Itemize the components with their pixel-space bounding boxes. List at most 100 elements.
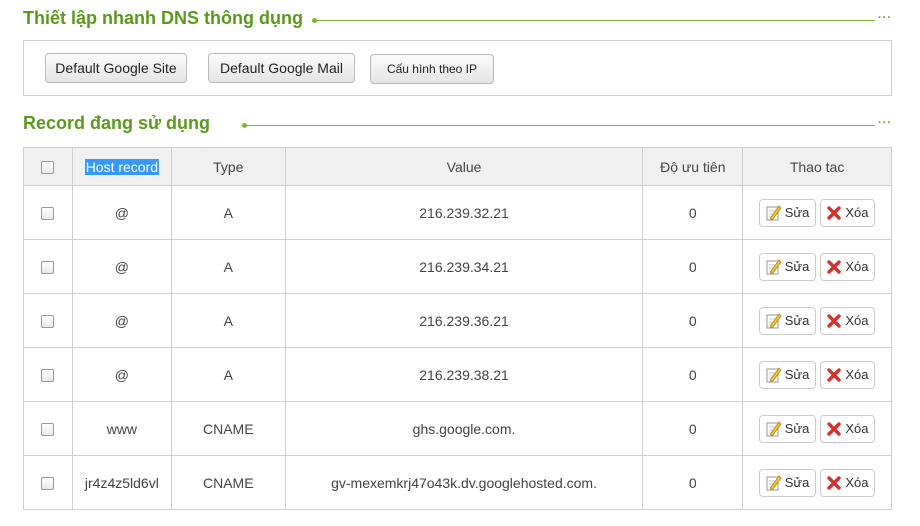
select-all-checkbox[interactable] [41, 161, 55, 175]
type-cell: A [170, 185, 286, 240]
delete-button-label: Xóa [845, 421, 869, 436]
red-x-icon [827, 475, 842, 490]
host-record-header-text: Host record [84, 158, 160, 175]
title-divider [312, 18, 875, 23]
edit-button-label: Sửa [784, 421, 810, 436]
edit-button[interactable]: Sửa [758, 468, 817, 497]
table-header-row: Host record Type Value Độ ưu tiên Thao t… [23, 147, 892, 186]
row-checkbox[interactable] [41, 315, 55, 329]
delete-button[interactable]: Xóa [820, 198, 876, 227]
edit-button[interactable]: Sửa [758, 414, 817, 443]
red-x-icon [827, 205, 842, 220]
column-header-host: Host record [71, 147, 172, 186]
table-row: @ A 216.239.38.21 0 Sửa Xóa [23, 347, 892, 402]
row-checkbox[interactable] [41, 261, 55, 275]
column-header-type: Type [170, 147, 286, 186]
edit-pencil-icon [766, 205, 782, 221]
delete-button-label: Xóa [845, 367, 869, 382]
actions-cell: Sửa Xóa [742, 401, 892, 456]
type-cell: CNAME [170, 401, 286, 456]
priority-cell: 0 [642, 401, 744, 456]
delete-button[interactable]: Xóa [820, 360, 876, 389]
type-cell: A [170, 347, 286, 402]
default-google-mail-button[interactable]: Default Google Mail [208, 53, 355, 83]
row-checkbox[interactable] [41, 369, 55, 383]
default-google-site-button[interactable]: Default Google Site [45, 53, 187, 83]
priority-cell: 0 [642, 185, 744, 240]
edit-button-label: Sửa [784, 259, 810, 274]
row-select-cell [23, 455, 73, 510]
table-row: jr4z4z5ld6vl CNAME gv-mexemkrj47o43k.dv.… [23, 455, 892, 510]
edit-button[interactable]: Sửa [758, 306, 817, 335]
actions-cell: Sửa Xóa [742, 347, 892, 402]
host-cell: @ [71, 293, 172, 348]
actions-cell: Sửa Xóa [742, 239, 892, 294]
host-cell: @ [71, 347, 172, 402]
row-checkbox[interactable] [41, 207, 55, 221]
table-row: @ A 216.239.36.21 0 Sửa Xóa [23, 293, 892, 348]
delete-button[interactable]: Xóa [820, 468, 876, 497]
edit-pencil-icon [766, 259, 782, 275]
delete-button[interactable]: Xóa [820, 252, 876, 281]
host-cell: @ [71, 239, 172, 294]
edit-pencil-icon [766, 367, 782, 383]
red-x-icon [827, 259, 842, 274]
priority-cell: 0 [642, 293, 744, 348]
quick-dns-panel: Default Google Site Default Google Mail … [23, 40, 892, 96]
configure-by-ip-button[interactable]: Cấu hình theo IP [370, 54, 494, 84]
edit-pencil-icon [766, 475, 782, 491]
edit-pencil-icon [766, 313, 782, 329]
host-cell: jr4z4z5ld6vl [71, 455, 172, 510]
quick-dns-title: Thiết lập nhanh DNS thông dụng [23, 8, 303, 28]
row-select-cell [23, 293, 73, 348]
red-x-icon [827, 367, 842, 382]
host-cell: www [71, 401, 172, 456]
delete-button-label: Xóa [845, 475, 869, 490]
title-divider-dots: ··· [878, 117, 892, 129]
value-cell: 216.239.36.21 [284, 293, 644, 348]
row-select-cell [23, 239, 73, 294]
priority-cell: 0 [642, 347, 744, 402]
value-cell: ghs.google.com. [284, 401, 644, 456]
dns-records-table: Host record Type Value Độ ưu tiên Thao t… [23, 147, 892, 510]
red-x-icon [827, 421, 842, 436]
table-row: @ A 216.239.34.21 0 Sửa Xóa [23, 239, 892, 294]
delete-button[interactable]: Xóa [820, 306, 876, 335]
row-select-cell [23, 185, 73, 240]
table-row: www CNAME ghs.google.com. 0 Sửa Xóa [23, 401, 892, 456]
row-select-cell [23, 347, 73, 402]
delete-button-label: Xóa [845, 313, 869, 328]
priority-cell: 0 [642, 455, 744, 510]
edit-button-label: Sửa [784, 475, 810, 490]
row-select-cell [23, 401, 73, 456]
column-header-value: Value [284, 147, 644, 186]
actions-cell: Sửa Xóa [742, 455, 892, 510]
value-cell: 216.239.34.21 [284, 239, 644, 294]
actions-cell: Sửa Xóa [742, 185, 892, 240]
value-cell: gv-mexemkrj47o43k.dv.googlehosted.com. [284, 455, 644, 510]
title-divider-dots: ··· [878, 12, 892, 24]
edit-button[interactable]: Sửa [758, 252, 817, 281]
type-cell: CNAME [170, 455, 286, 510]
row-checkbox[interactable] [41, 477, 55, 491]
type-cell: A [170, 293, 286, 348]
column-header-priority: Độ ưu tiên [642, 147, 744, 186]
row-checkbox[interactable] [41, 423, 55, 437]
value-cell: 216.239.38.21 [284, 347, 644, 402]
priority-cell: 0 [642, 239, 744, 294]
value-cell: 216.239.32.21 [284, 185, 644, 240]
edit-button-label: Sửa [784, 205, 810, 220]
edit-button[interactable]: Sửa [758, 360, 817, 389]
edit-button[interactable]: Sửa [758, 198, 817, 227]
delete-button[interactable]: Xóa [820, 414, 876, 443]
edit-pencil-icon [766, 421, 782, 437]
column-header-actions: Thao tac [742, 147, 892, 186]
title-divider [242, 123, 875, 128]
actions-cell: Sửa Xóa [742, 293, 892, 348]
records-title: Record đang sử dụng [23, 113, 211, 133]
delete-button-label: Xóa [845, 205, 869, 220]
delete-button-label: Xóa [845, 259, 869, 274]
edit-button-label: Sửa [784, 313, 810, 328]
red-x-icon [827, 313, 842, 328]
select-all-cell [23, 147, 73, 186]
